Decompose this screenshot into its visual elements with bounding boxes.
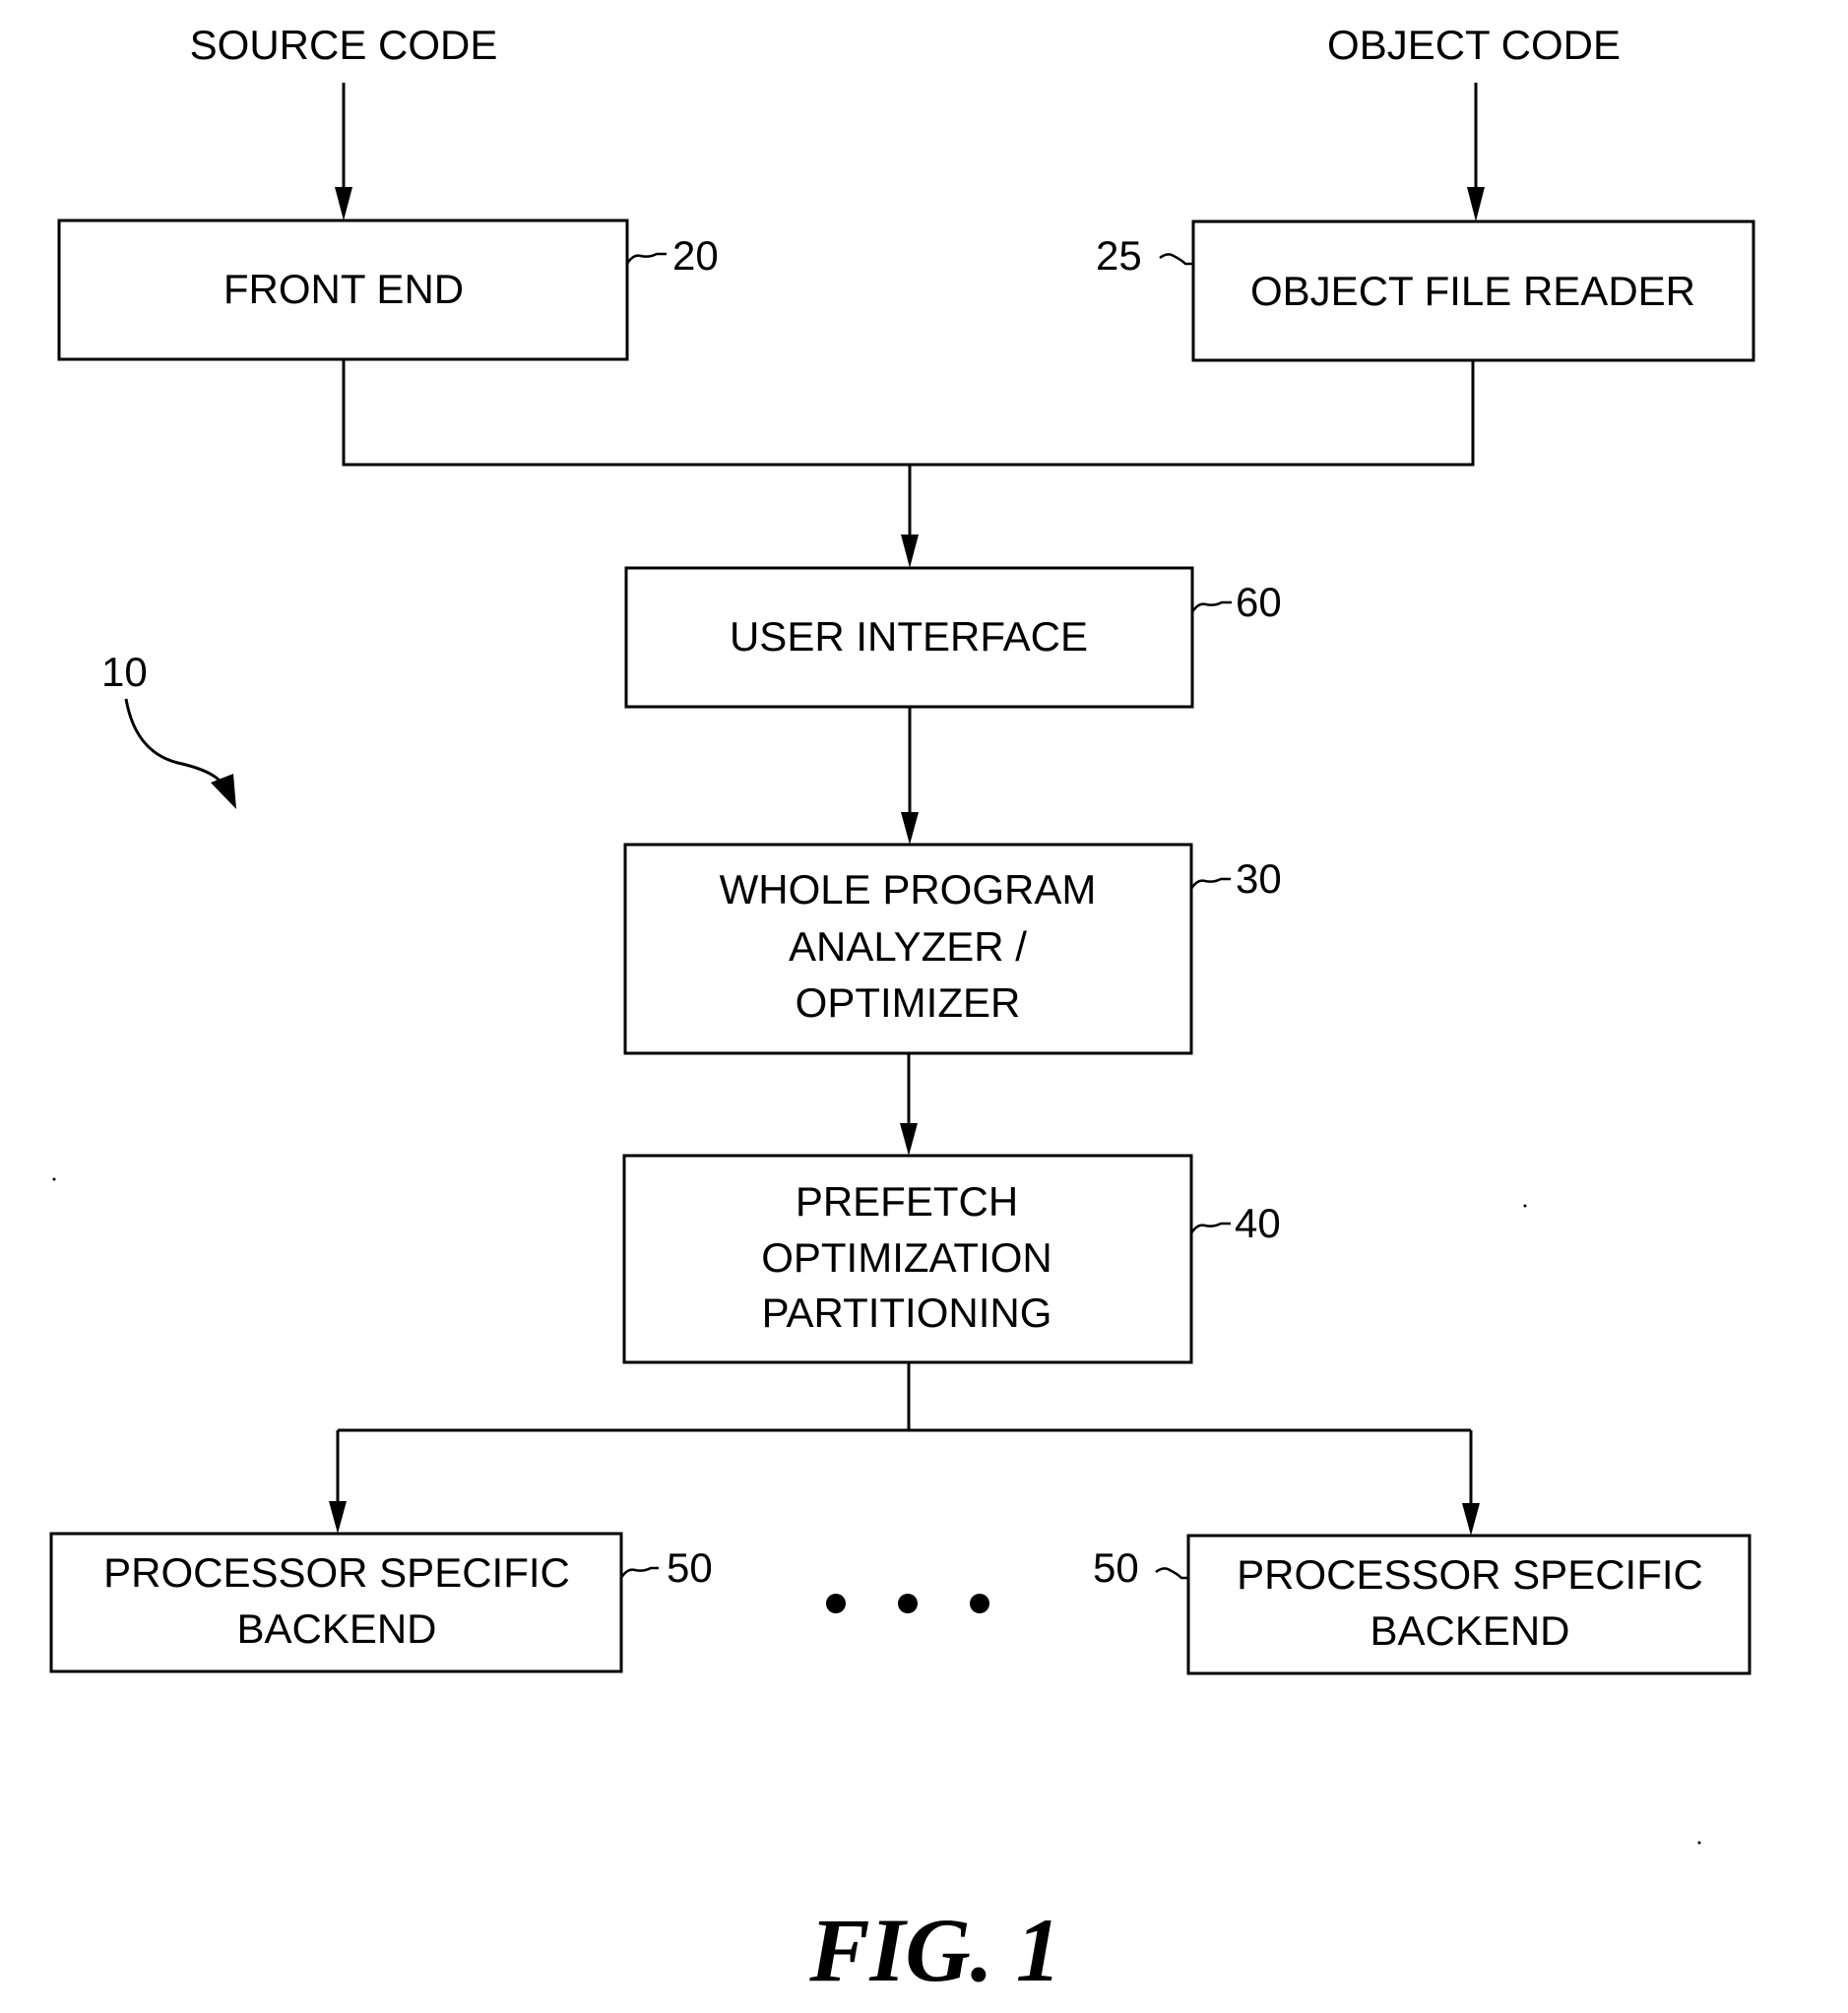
analyzer-ref-leader: [1189, 877, 1231, 890]
merge-connector: [342, 359, 1475, 568]
ellipsis-dot: [826, 1594, 846, 1613]
prefetch-label-line-3: PARTITIONING: [762, 1290, 1052, 1336]
object-file-reader-label: OBJECT FILE READER: [1250, 268, 1695, 314]
front-end-ref-number: 20: [672, 232, 719, 279]
backend-right-ref-leader: [1155, 1567, 1188, 1580]
object-file-reader-ref-leader: [1159, 253, 1193, 266]
backend-left-label-line-2: BACKEND: [236, 1605, 436, 1652]
object-code-label: OBJECT CODE: [1327, 22, 1621, 68]
whole-program-analyzer-block: WHOLE PROGRAM ANALYZER / OPTIMIZER: [623, 843, 1193, 1055]
backend-left-ref-leader: [619, 1566, 659, 1579]
prefetch-ref-number: 40: [1235, 1200, 1281, 1246]
backend-right-label-line-1: PROCESSOR SPECIFIC: [1237, 1551, 1703, 1598]
analyzer-to-prefetch-arrow: [900, 1053, 918, 1156]
scan-speck: [52, 1177, 56, 1181]
ellipsis: [826, 1594, 989, 1613]
scan-speck: [1523, 1204, 1527, 1208]
analyzer-ref-number: 30: [1236, 855, 1282, 902]
source-code-arrow: [335, 83, 352, 220]
user-interface-ref-leader: [1190, 600, 1232, 613]
object-code-arrow: [1467, 83, 1485, 221]
prefetch-label-line-1: PREFETCH: [796, 1178, 1018, 1225]
source-code-label: SOURCE CODE: [190, 22, 498, 68]
user-interface-block: USER INTERFACE: [624, 566, 1194, 709]
prefetch-partitioning-block: PREFETCH OPTIMIZATION PARTITIONING: [622, 1154, 1193, 1364]
backend-right-label-line-2: BACKEND: [1370, 1607, 1569, 1654]
backend-left-ref-number: 50: [667, 1544, 713, 1591]
flow-diagram: SOURCE CODE OBJECT CODE FRONT END 20 OBJ…: [49, 22, 1755, 2000]
backend-right-block: PROCESSOR SPECIFIC BACKEND: [1186, 1534, 1752, 1675]
user-interface-label: USER INTERFACE: [730, 613, 1088, 660]
front-end-ref-leader: [625, 252, 667, 265]
object-file-reader-block: OBJECT FILE READER: [1191, 220, 1755, 362]
branch-connector: [329, 1362, 1480, 1536]
prefetch-ref-leader: [1189, 1222, 1231, 1234]
front-end-label: FRONT END: [223, 266, 464, 312]
backend-left-block: PROCESSOR SPECIFIC BACKEND: [49, 1532, 623, 1673]
backend-left-label-line-1: PROCESSOR SPECIFIC: [103, 1549, 570, 1596]
analyzer-label-line-3: OPTIMIZER: [796, 979, 1021, 1026]
backend-right-ref-number: 50: [1093, 1544, 1139, 1591]
ellipsis-dot: [898, 1594, 918, 1613]
analyzer-label-line-1: WHOLE PROGRAM: [720, 866, 1097, 912]
figure-label: FIG. 1: [808, 1900, 1061, 2000]
analyzer-label-line-2: ANALYZER /: [789, 923, 1027, 970]
ellipsis-dot: [970, 1594, 989, 1613]
system-ref-curved-arrow: [124, 698, 236, 809]
object-file-reader-ref-number: 25: [1096, 232, 1142, 279]
scan-speck: [1697, 1841, 1701, 1845]
system-ref-number: 10: [101, 649, 148, 695]
user-interface-ref-number: 60: [1236, 579, 1282, 625]
front-end-block: FRONT END: [57, 219, 629, 361]
ui-to-analyzer-arrow: [901, 707, 919, 845]
prefetch-label-line-2: OPTIMIZATION: [761, 1234, 1052, 1281]
